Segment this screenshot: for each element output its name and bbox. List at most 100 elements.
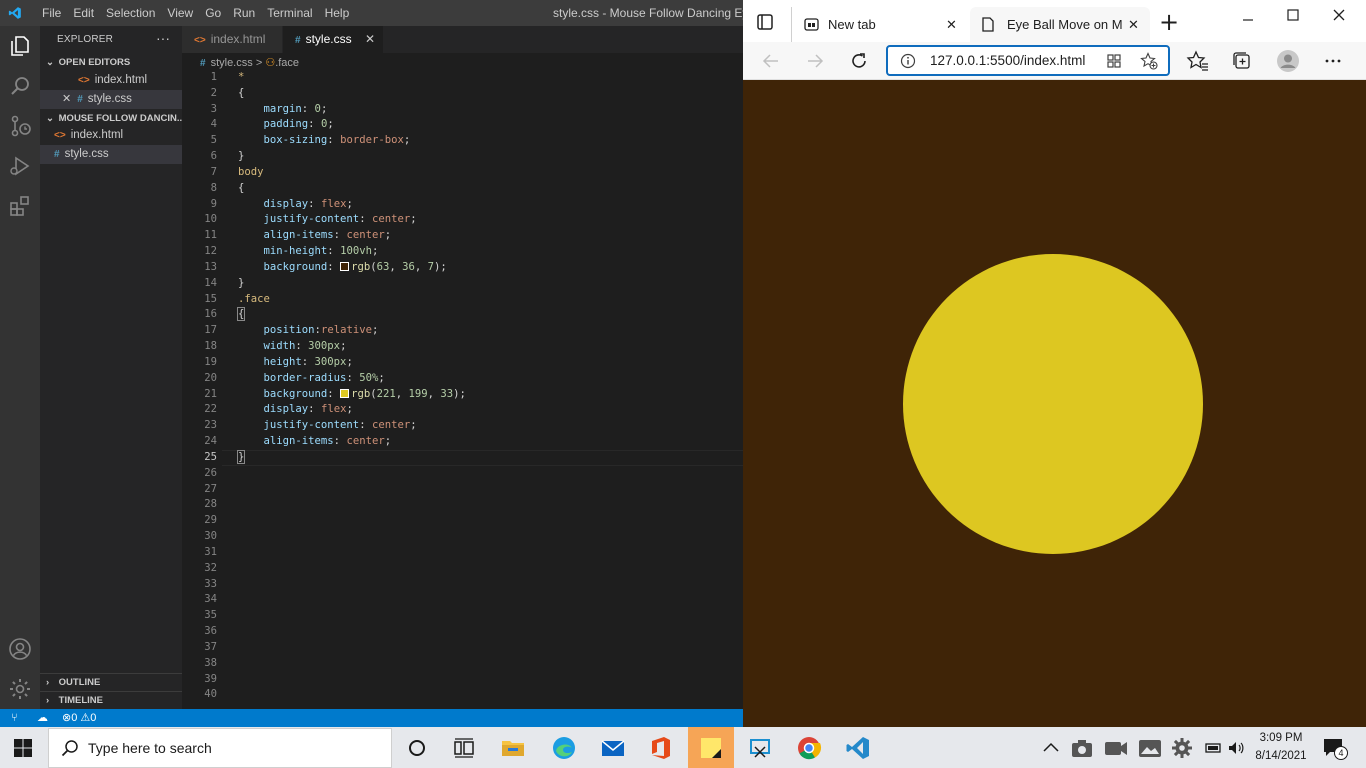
close-icon[interactable]: ✕: [62, 93, 71, 105]
apps-grid-icon[interactable]: [1106, 53, 1122, 69]
code-line[interactable]: box-sizing: border-box;: [238, 133, 411, 149]
new-tab-button[interactable]: +: [1159, 8, 1179, 36]
sticky-notes-icon[interactable]: [698, 735, 724, 761]
menu-item-run[interactable]: Run: [227, 0, 261, 26]
menu-item-selection[interactable]: Selection: [100, 0, 161, 26]
code-line[interactable]: *: [238, 70, 244, 86]
photos-icon[interactable]: [1137, 737, 1163, 759]
cortana-icon[interactable]: [404, 735, 430, 761]
minimize-icon[interactable]: [1236, 8, 1260, 32]
maximize-icon[interactable]: [1281, 3, 1305, 27]
tab-style-css[interactable]: # style.css ✕: [283, 26, 383, 53]
menu-item-terminal[interactable]: Terminal: [261, 0, 318, 26]
search-icon[interactable]: [8, 74, 32, 98]
back-arrow-icon[interactable]: [759, 49, 783, 73]
code-line[interactable]: justify-content: center;: [238, 212, 417, 228]
code-line[interactable]: {: [236, 307, 246, 323]
code-line[interactable]: {: [238, 181, 244, 197]
color-swatch[interactable]: [340, 261, 350, 271]
menu-item-go[interactable]: Go: [199, 0, 227, 26]
breadcrumb-file[interactable]: style.css: [211, 57, 253, 69]
forward-arrow-icon[interactable]: [803, 49, 827, 73]
tray-overflow-icon[interactable]: [1040, 737, 1062, 759]
window-close-icon[interactable]: [1327, 3, 1351, 27]
settings-gear-icon[interactable]: [1170, 736, 1194, 760]
refresh-icon[interactable]: [847, 49, 871, 73]
extensions-icon[interactable]: [8, 194, 32, 218]
code-line[interactable]: }: [238, 149, 244, 165]
site-info-icon[interactable]: [900, 53, 916, 69]
code-editor[interactable]: 1 * 2 {3 margin: 0; 4 padding: 0; 5 box-sizin…: [182, 70, 743, 709]
code-line[interactable]: }: [238, 276, 244, 292]
menu-item-help[interactable]: Help: [319, 0, 356, 26]
favorites-icon[interactable]: [1186, 49, 1210, 73]
close-tab-icon[interactable]: ✕: [365, 26, 375, 53]
problems-indicator[interactable]: ⊗0 ⚠0: [62, 709, 96, 727]
code-line[interactable]: border-radius: 50%;: [238, 371, 385, 387]
tab-actions-icon[interactable]: [756, 13, 774, 31]
menu-item-file[interactable]: File: [36, 0, 67, 26]
open-editor-item-style[interactable]: ✕ # style.css: [40, 90, 182, 109]
code-line[interactable]: width: 300px;: [238, 339, 347, 355]
code-line[interactable]: justify-content: center;: [238, 418, 417, 434]
remote-icon[interactable]: ⑂: [11, 709, 18, 727]
video-recorder-icon[interactable]: [1103, 737, 1129, 759]
chrome-icon[interactable]: [796, 735, 822, 761]
explorer-icon[interactable]: [8, 34, 32, 58]
color-swatch[interactable]: [340, 388, 350, 398]
code-line[interactable]: margin: 0;: [238, 102, 328, 118]
code-line[interactable]: height: 300px;: [238, 355, 353, 371]
code-line[interactable]: min-height: 100vh;: [238, 244, 379, 260]
profile-avatar-icon[interactable]: [1276, 49, 1300, 73]
source-control-icon[interactable]: [8, 114, 32, 138]
open-editors-section[interactable]: ⌄ OPEN EDITORS: [40, 54, 182, 72]
code-line[interactable]: .face: [238, 292, 270, 308]
open-editor-item-index[interactable]: <> index.html: [40, 71, 182, 90]
office-icon[interactable]: [648, 735, 674, 761]
code-line[interactable]: align-items: center;: [238, 228, 392, 244]
run-debug-icon[interactable]: [8, 154, 32, 178]
file-item-index[interactable]: <> index.html: [40, 126, 182, 145]
battery-icon[interactable]: [1203, 740, 1223, 756]
system-clock[interactable]: 3:09 PM 8/14/2021: [1250, 729, 1312, 765]
outline-section[interactable]: › OUTLINE: [40, 673, 182, 691]
file-item-style[interactable]: # style.css: [40, 145, 182, 164]
code-line[interactable]: }: [236, 449, 246, 466]
browser-tab-new[interactable]: New tab ✕: [791, 7, 963, 42]
code-line[interactable]: display: flex;: [238, 402, 353, 418]
mail-icon[interactable]: [600, 735, 626, 761]
browser-tab-eyeball[interactable]: Eye Ball Move on Mo ✕: [970, 7, 1150, 42]
menu-item-view[interactable]: View: [161, 0, 199, 26]
timeline-section[interactable]: › TIMELINE: [40, 691, 182, 709]
action-center-button[interactable]: 4: [1322, 736, 1348, 760]
address-bar[interactable]: 127.0.0.1:5500/index.html: [886, 45, 1170, 76]
more-menu-icon[interactable]: [1321, 49, 1345, 73]
file-explorer-icon[interactable]: [500, 735, 526, 761]
code-line[interactable]: background: rgb(63, 36, 7);: [238, 260, 447, 276]
taskbar-search-box[interactable]: Type here to search: [48, 728, 392, 768]
vscode-taskbar-icon[interactable]: [845, 735, 871, 761]
task-view-icon[interactable]: [451, 735, 477, 761]
volume-icon[interactable]: [1227, 739, 1245, 757]
code-line[interactable]: position:relative;: [238, 323, 379, 339]
snipping-tool-icon[interactable]: [747, 735, 773, 761]
code-line[interactable]: {: [238, 86, 244, 102]
more-actions-icon[interactable]: ···: [156, 30, 170, 46]
add-favorite-icon[interactable]: [1140, 52, 1158, 70]
tab-index-html[interactable]: <> index.html: [182, 26, 282, 53]
code-line[interactable]: display: flex;: [238, 197, 353, 213]
account-icon[interactable]: [8, 637, 32, 661]
windows-start-icon[interactable]: [13, 738, 33, 758]
live-share-icon[interactable]: ☁: [37, 709, 48, 727]
code-line[interactable]: padding: 0;: [238, 117, 334, 133]
close-tab-icon[interactable]: ✕: [946, 7, 957, 42]
collections-icon[interactable]: [1230, 49, 1254, 73]
code-line[interactable]: align-items: center;: [238, 434, 392, 450]
camera-icon[interactable]: [1070, 737, 1094, 759]
close-tab-icon[interactable]: ✕: [1128, 7, 1139, 42]
edge-browser-icon[interactable]: [551, 735, 577, 761]
code-line[interactable]: background: rgb(221, 199, 33);: [238, 387, 466, 403]
settings-gear-icon[interactable]: [8, 677, 32, 701]
code-line[interactable]: body: [238, 165, 264, 181]
menu-item-edit[interactable]: Edit: [67, 0, 100, 26]
